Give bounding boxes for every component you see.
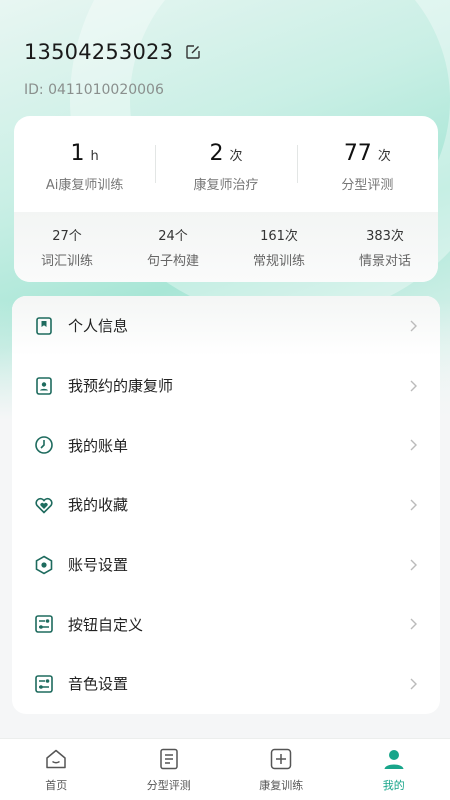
clock-icon	[34, 435, 54, 455]
stat-assessment: 77 次 分型评测	[296, 141, 438, 193]
hexagon-icon	[34, 555, 54, 575]
tab-home[interactable]: 首页	[0, 739, 113, 800]
bookmark-icon	[34, 316, 54, 336]
sub-stat-vocabulary: 27个 词汇训练	[14, 225, 120, 269]
menu-item-label: 个人信息	[68, 317, 129, 336]
chevron-right-icon	[408, 379, 418, 393]
chevron-right-icon	[408, 677, 418, 691]
phone-number: 13504253023	[24, 40, 174, 64]
stat-unit: 次	[377, 149, 391, 164]
user-id: ID: 0411010020006	[24, 82, 164, 98]
tab-assessment[interactable]: 分型评测	[113, 739, 226, 800]
sub-stat-sentence: 24个 句子构建	[120, 225, 226, 269]
menu-item-label: 我预约的康复师	[68, 377, 174, 396]
stat-label: 分型评测	[341, 178, 394, 193]
bottom-tab-bar: 首页 分型评测 康复训练 我的	[0, 738, 450, 800]
heart-icon	[34, 495, 54, 515]
profile-header: 13504253023 ID: 0411010020006	[24, 40, 201, 98]
chevron-right-icon	[408, 617, 418, 631]
person-card-icon	[34, 376, 54, 396]
user-icon	[382, 747, 406, 771]
menu-item-my-therapist[interactable]: 我预约的康复师	[12, 356, 440, 416]
sub-stat-value: 27个	[52, 229, 82, 244]
tab-label: 我的	[382, 779, 405, 792]
tab-label: 分型评测	[146, 779, 191, 792]
sub-stat-label: 句子构建	[146, 254, 199, 269]
menu-item-my-bills[interactable]: 我的账单	[12, 415, 440, 475]
tab-training[interactable]: 康复训练	[225, 739, 338, 800]
sub-stat-label: 词汇训练	[40, 254, 93, 269]
toggle-icon	[34, 674, 54, 694]
menu-item-label: 按钮自定义	[68, 615, 144, 634]
sub-stat-regular: 161次 常规训练	[226, 225, 332, 269]
edit-icon[interactable]	[185, 44, 201, 60]
sub-stat-label: 情景对话	[358, 254, 411, 269]
toggle-icon	[34, 614, 54, 634]
menu-item-favorites[interactable]: 我的收藏	[12, 475, 440, 535]
sub-stat-value: 161次	[260, 229, 298, 244]
stat-value: 77	[343, 141, 372, 166]
menu-item-label: 我的收藏	[68, 496, 129, 515]
menu-item-voice-settings[interactable]: 音色设置	[12, 654, 440, 714]
stat-value: 2	[209, 141, 224, 166]
chevron-right-icon	[408, 319, 418, 333]
document-icon	[157, 747, 181, 771]
menu-item-label: 账号设置	[68, 556, 129, 575]
tab-label: 首页	[45, 779, 68, 792]
stat-ai-training: 1h Ai康复师训练	[14, 141, 155, 193]
sub-stat-label: 常规训练	[252, 254, 305, 269]
menu-item-label: 音色设置	[68, 675, 129, 694]
home-icon	[44, 747, 68, 771]
tab-mine[interactable]: 我的	[338, 739, 450, 800]
stat-unit: h	[90, 149, 99, 164]
menu-item-personal-info[interactable]: 个人信息	[12, 296, 440, 356]
stat-label: 康复师治疗	[193, 178, 259, 193]
tab-label: 康复训练	[259, 779, 304, 792]
chevron-right-icon	[408, 438, 418, 452]
stat-therapist-treatment: 2次 康复师治疗	[155, 141, 296, 193]
stat-value: 1	[70, 141, 85, 166]
stat-label: Ai康复师训练	[45, 178, 124, 193]
menu-item-button-customize[interactable]: 按钮自定义	[12, 594, 440, 654]
sub-stat-dialogue: 383次 情景对话	[332, 225, 438, 269]
chevron-right-icon	[408, 558, 418, 572]
menu-item-account-settings[interactable]: 账号设置	[12, 535, 440, 595]
chevron-right-icon	[408, 498, 418, 512]
stats-card: 1h Ai康复师训练 2次 康复师治疗 77 次 分型评测 27个 词汇训练 24…	[14, 116, 438, 282]
sub-stat-value: 383次	[366, 229, 404, 244]
menu-item-label: 我的账单	[68, 436, 129, 455]
menu-list: 个人信息 我预约的康复师 我的账单 我的收藏 账号设置 按钮自定义 音色设置	[12, 296, 440, 714]
plus-square-icon	[269, 747, 293, 771]
stat-unit: 次	[229, 149, 243, 164]
sub-stat-value: 24个	[158, 229, 188, 244]
